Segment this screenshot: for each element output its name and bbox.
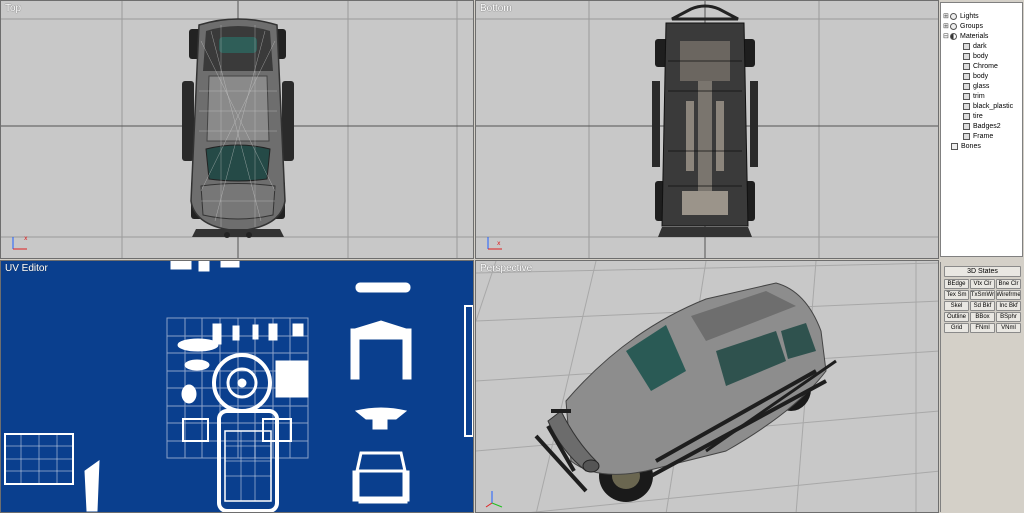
viewport-bottom[interactable]: Bottom x <box>475 0 939 259</box>
collapse-icon[interactable]: ⊟ <box>943 32 949 40</box>
viewport-uv-editor[interactable]: UV Editor <box>0 260 474 513</box>
tree-label-groups: Groups <box>960 22 983 30</box>
toggle-outline-button[interactable]: Outline <box>944 312 969 322</box>
toggle-tex-sm-button[interactable]: Tex Sm <box>944 290 969 300</box>
material-swatch-icon <box>963 92 970 100</box>
toggle-vtx-clr-button[interactable]: Vtx Clr <box>970 279 995 289</box>
tree-material-item[interactable]: glass <box>963 81 989 91</box>
group-icon <box>950 22 957 30</box>
scene-tree-panel: ⊞ Lights ⊞ Groups ⊟ Materials dark body … <box>940 2 1023 257</box>
expand-icon[interactable]: ⊞ <box>943 22 949 30</box>
material-label: dark <box>973 42 987 50</box>
tree-item-materials[interactable]: ⊟ Materials <box>943 31 988 41</box>
axis-gizmo-bottom: x <box>487 237 502 250</box>
toggle-skel-button[interactable]: Skel <box>944 301 969 311</box>
toggle-fnml-button[interactable]: FNml <box>970 323 995 333</box>
toggle-sd-bkf-button[interactable]: Sd Bkf <box>970 301 995 311</box>
toggle-bbox-button[interactable]: BBox <box>970 312 995 322</box>
material-label: black_plastic <box>973 102 1014 110</box>
toggle-wireframe-button[interactable]: Wirefrme <box>996 290 1021 300</box>
viewport-top-label: Top <box>5 3 22 14</box>
toggle-vnml-button[interactable]: VNml <box>996 323 1021 333</box>
viewport-uv-label: UV Editor <box>5 263 48 274</box>
material-icon <box>950 32 957 40</box>
tree-material-item[interactable]: Frame <box>963 131 993 141</box>
material-label: body <box>973 52 989 60</box>
material-label: tire <box>973 112 983 120</box>
toggle-bne-clr-button[interactable]: Bne Clr <box>996 279 1021 289</box>
svg-text:x: x <box>24 235 28 242</box>
svg-text:x: x <box>497 240 501 247</box>
material-swatch-icon <box>963 122 970 130</box>
tree-label-lights: Lights <box>960 12 979 20</box>
material-swatch-icon <box>963 102 970 110</box>
material-swatch-icon <box>963 132 970 140</box>
toggle-bsphr-button[interactable]: BSphr <box>996 312 1021 322</box>
toggle-grid-button[interactable]: Grid <box>944 323 969 333</box>
material-label: body <box>973 72 989 80</box>
tree-material-item[interactable]: body <box>963 51 988 61</box>
tree-material-item[interactable]: dark <box>963 41 987 51</box>
tree-material-item[interactable]: trim <box>963 91 985 101</box>
car-top-wireframe <box>182 18 294 238</box>
tree-item-bones[interactable]: Bones <box>951 141 981 151</box>
viewport-top[interactable]: Top x <box>0 0 474 259</box>
toggle-inc-bkf-button[interactable]: Inc Bkf <box>996 301 1021 311</box>
material-swatch-icon <box>963 52 970 60</box>
material-swatch-icon <box>963 62 970 70</box>
car-underside <box>652 4 758 237</box>
viewport-perspective[interactable]: Perspective <box>475 260 939 513</box>
bones-icon <box>951 142 958 150</box>
viewport-bottom-label: Bottom <box>480 3 512 14</box>
material-swatch-icon <box>963 82 970 90</box>
material-swatch-icon <box>963 42 970 50</box>
bottom-view-scene <box>476 1 938 258</box>
car-perspective-render <box>534 282 837 502</box>
expand-icon[interactable]: ⊞ <box>943 12 949 20</box>
material-swatch-icon <box>963 112 970 120</box>
tree-item-lights[interactable]: ⊞ Lights <box>943 11 979 21</box>
app-window: Top x Bottom x UV Editor Perspective ⊞ L… <box>0 0 1024 513</box>
tree-item-groups[interactable]: ⊞ Groups <box>943 21 983 31</box>
states-title-button[interactable]: 3D States <box>944 266 1021 277</box>
tree-label-bones: Bones <box>961 142 981 150</box>
perspective-scene <box>476 261 938 512</box>
material-label: trim <box>973 92 985 100</box>
tree-material-item[interactable]: Chrome <box>963 61 998 71</box>
material-swatch-icon <box>963 72 970 80</box>
material-label: Frame <box>973 132 994 140</box>
axis-gizmo-top: x <box>12 235 28 250</box>
material-label: Chrome <box>973 62 998 70</box>
viewport-perspective-label: Perspective <box>480 263 533 274</box>
tree-material-item[interactable]: body <box>963 71 988 81</box>
uv-layout <box>4 261 473 512</box>
states-panel: 3D States BEdge Vtx Clr Bne Clr Tex Sm T… <box>940 262 1023 512</box>
toggle-bedge-button[interactable]: BEdge <box>944 279 969 289</box>
top-view-scene <box>1 1 473 258</box>
tree-material-item[interactable]: black_plastic <box>963 101 1013 111</box>
tree-material-item[interactable]: tire <box>963 111 983 121</box>
axis-gizmo-perspective <box>485 491 503 508</box>
tree-material-item[interactable]: Badges2 <box>963 121 1001 131</box>
toggle-txsmwr-button[interactable]: TxSmWr <box>970 290 995 300</box>
material-label: Badges2 <box>973 122 1001 130</box>
light-icon <box>950 12 957 20</box>
material-label: glass <box>973 82 990 90</box>
tree-label-materials: Materials <box>960 32 989 40</box>
